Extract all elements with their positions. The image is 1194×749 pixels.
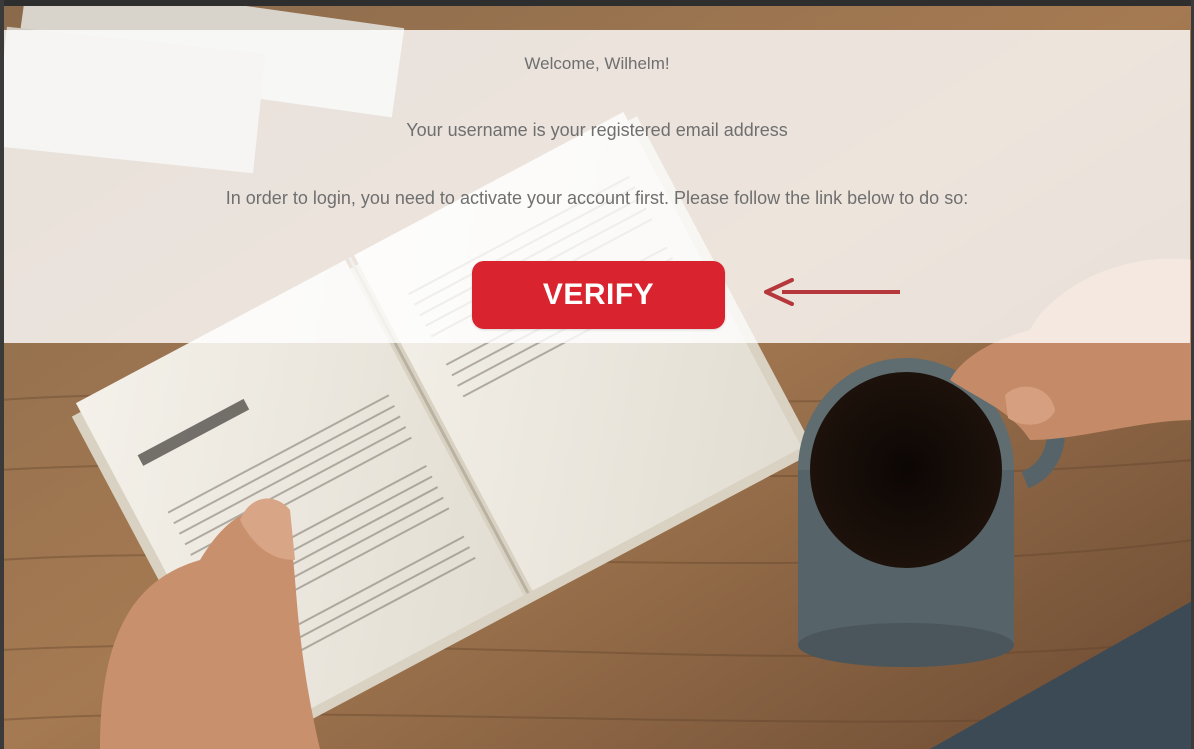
activation-instructions: In order to login, you need to activate … <box>225 188 969 208</box>
activation-panel: Welcome, Wilhelm! Your username is your … <box>4 30 1190 343</box>
email-viewport: Welcome, Wilhelm! Your username is your … <box>0 0 1194 749</box>
verify-button[interactable]: VERIFY <box>472 261 725 329</box>
greeting-text: Welcome, Wilhelm! <box>524 54 670 73</box>
left-arrow-icon <box>764 278 900 306</box>
top-border <box>0 0 1194 6</box>
username-note: Your username is your registered email a… <box>406 120 788 140</box>
